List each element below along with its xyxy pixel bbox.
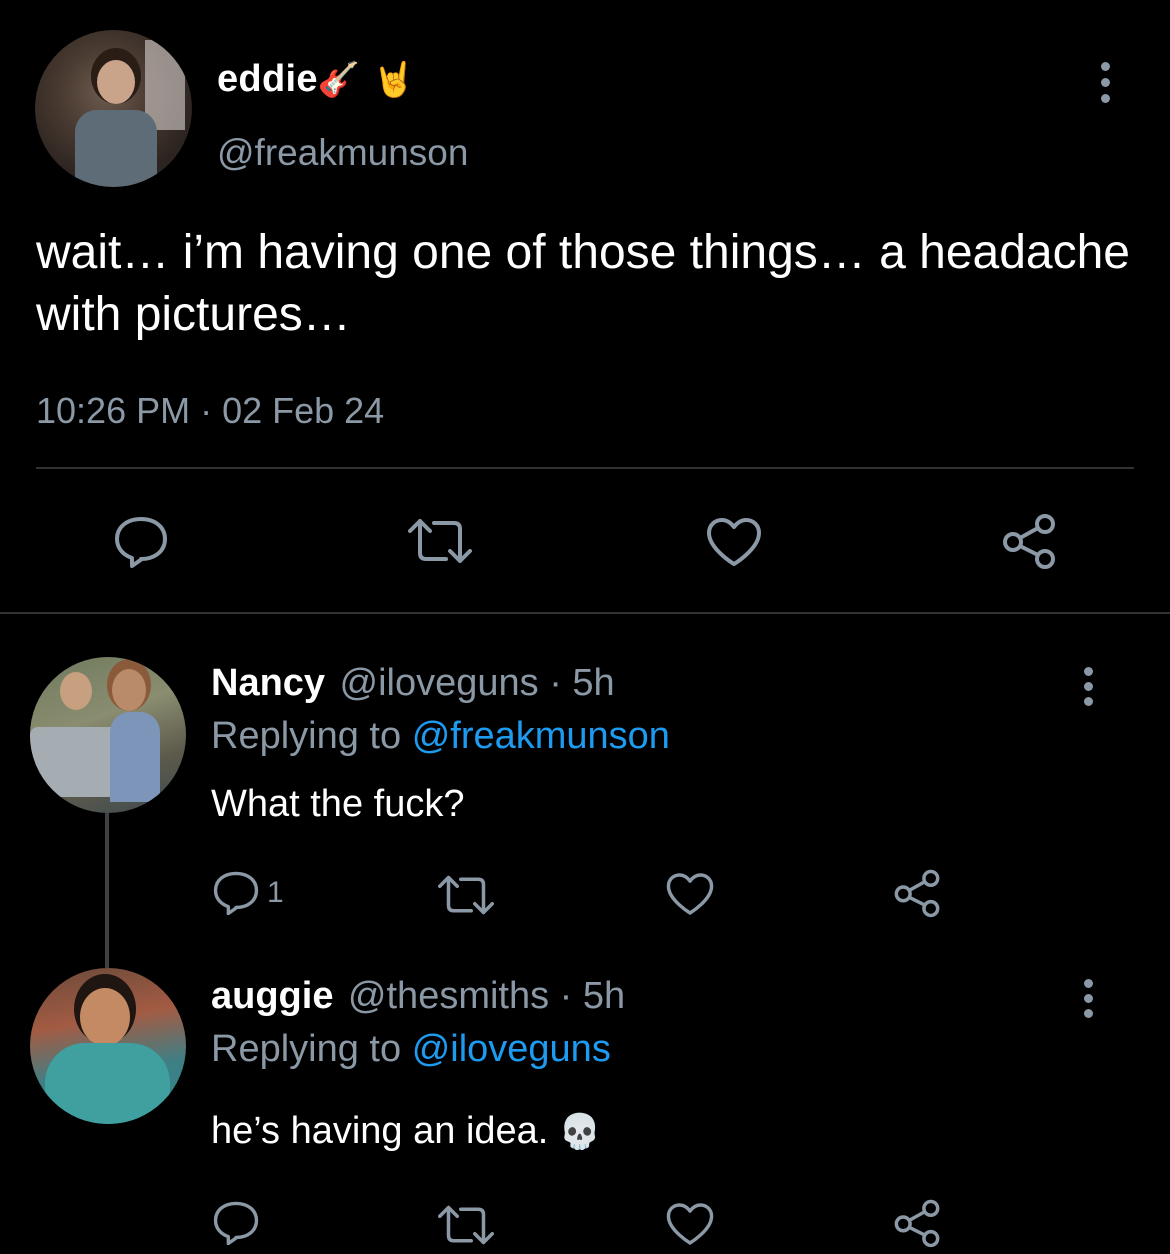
reply-icon[interactable] [112,515,170,569]
reply-count: 1 [267,876,284,909]
author-handle[interactable]: @freakmunson [217,132,468,174]
reply-avatar-nancy[interactable] [30,657,186,813]
retweet-icon[interactable] [438,1202,494,1253]
like-icon[interactable] [665,1201,715,1252]
retweet-icon[interactable] [408,515,472,567]
replying-to-label: Replying to [211,715,402,757]
reply-icon [213,871,259,916]
thread-line [105,813,109,968]
replying-to-label: Replying to [211,1028,402,1070]
more-options-icon[interactable] [1101,62,1110,110]
author-display-name[interactable]: eddie🎸 🤘 [217,58,415,101]
reply-handle-time[interactable]: @iloveguns · 5h [340,662,615,704]
replying-to-link[interactable]: @iloveguns [412,1028,611,1070]
guitar-and-rock-emoji: 🎸 🤘 [317,60,416,100]
section-divider [0,612,1170,614]
replying-to-link[interactable]: @freakmunson [412,715,670,757]
more-options-icon[interactable] [1084,979,1093,1018]
skull-emoji: 💀 [558,1112,602,1152]
share-icon[interactable] [892,1198,942,1253]
reply-handle-time[interactable]: @thesmiths · 5h [348,975,625,1017]
reply-text-content: he’s having an idea. [211,1110,549,1152]
divider [36,467,1134,469]
more-options-icon[interactable] [1084,667,1093,706]
tweet-text: wait… i’m having one of those things… a … [36,226,1130,341]
replying-to: Replying to @freakmunson [211,715,670,758]
reply-author-name[interactable]: auggie [211,975,333,1017]
share-icon[interactable] [892,868,942,923]
author-name-text: eddie [217,58,318,100]
reply-author-name[interactable]: Nancy [211,662,325,704]
reply-text: he’s having an idea. 💀 [211,1110,601,1153]
reply-text: What the fuck? [211,783,465,825]
tweet-timestamp[interactable]: 10:26 PM · 02 Feb 24 [36,390,384,432]
author-avatar[interactable] [35,30,192,187]
reply-header: auggie @thesmiths · 5h [211,975,625,1018]
retweet-icon[interactable] [438,872,494,923]
reply-avatar-auggie[interactable] [30,968,186,1124]
like-icon[interactable] [665,871,715,922]
share-icon[interactable] [1000,512,1058,570]
reply-button[interactable]: 1 [211,870,284,916]
reply-icon[interactable] [211,1200,261,1251]
replying-to: Replying to @iloveguns [211,1028,611,1071]
reply-header: Nancy @iloveguns · 5h [211,662,615,705]
like-icon[interactable] [705,516,763,568]
